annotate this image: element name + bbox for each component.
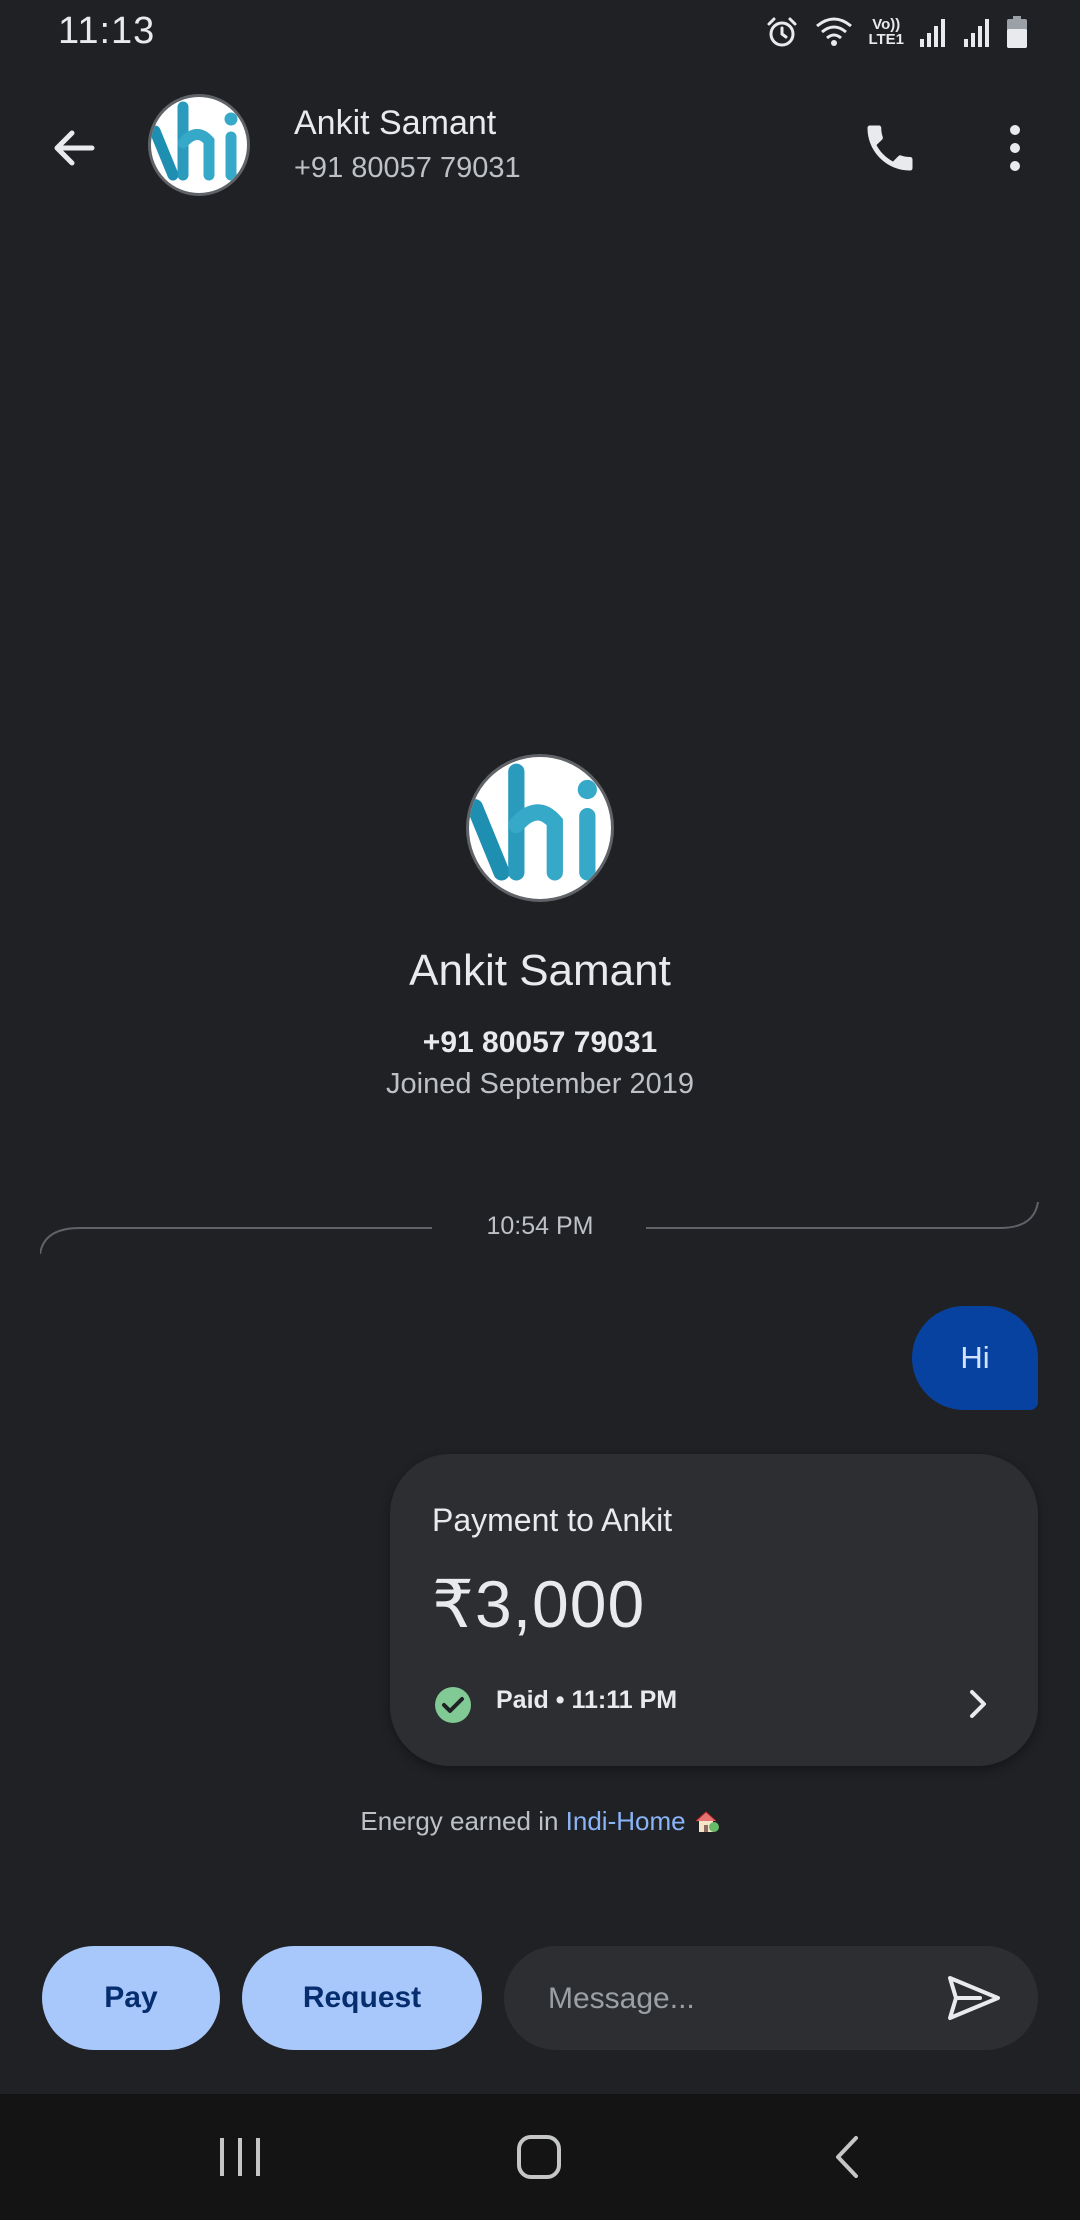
conversation-timestamp: 10:54 PM [486,1212,594,1240]
lte-label: LTE1 [868,31,904,48]
home-icon [517,2135,561,2179]
payment-card[interactable]: Payment to Ankit ₹3,000 Paid • 11:11 PM [390,1454,1038,1766]
header-contact-name[interactable]: Ankit Samant [294,104,496,143]
pay-button[interactable]: Pay [42,1946,220,2050]
home-button[interactable] [512,2130,568,2184]
status-bar: 11:13 Vo)) LTE1 [0,0,1080,66]
indi-home-link[interactable]: Indi-Home [566,1806,686,1836]
profile-phone: +91 80057 79031 [422,1026,658,1059]
hi-logo-icon [151,101,238,181]
profile-avatar [466,754,614,902]
app-bar: Ankit Samant +91 80057 79031 [0,90,1080,202]
request-button[interactable]: Request [242,1946,482,2050]
more-options-button[interactable] [990,118,1040,178]
payment-title: Payment to Ankit [432,1502,673,1538]
energy-prefix: Energy earned in [360,1806,566,1836]
check-circle-icon [435,1687,471,1723]
battery-icon [1006,15,1028,49]
energy-earned-text: Energy earned in Indi-Home [0,1806,1080,1837]
nav-back-button[interactable] [820,2130,876,2184]
more-vert-icon [1010,125,1020,171]
recents-button[interactable] [212,2132,268,2182]
alarm-icon [764,14,800,50]
recents-icon [220,2138,260,2176]
message-composer [504,1946,1038,2050]
volte-indicator: Vo)) LTE1 [868,17,904,47]
wifi-icon [814,14,854,50]
payment-status: Paid • 11:11 PM [496,1686,678,1714]
profile-name: Ankit Samant [409,946,671,995]
volte-label: Vo)) [872,16,901,33]
contact-avatar[interactable] [148,94,250,196]
house-icon [695,1811,719,1832]
payment-amount: ₹3,000 [432,1567,646,1641]
call-button[interactable] [860,118,920,178]
profile-joined-date: Joined September 2019 [386,1068,694,1100]
chat-screen: 11:13 Vo)) LTE1 Ankit Samant +91 80057 7… [0,0,1080,2220]
hi-logo-icon [469,763,597,881]
send-icon [948,1976,1000,2020]
header-contact-phone: +91 80057 79031 [294,152,521,184]
status-time: 11:13 [58,10,156,52]
signal-icon-2 [962,15,992,49]
message-bubble-outgoing[interactable]: Hi [912,1306,1038,1410]
message-input[interactable] [546,1974,910,2024]
phone-icon [867,125,913,171]
chevron-right-icon [970,1690,986,1718]
arrow-left-icon [54,130,95,166]
system-nav-bar [0,2094,1080,2220]
status-icons: Vo)) LTE1 [764,12,1028,52]
signal-icon [918,15,948,49]
send-button[interactable] [944,1968,1004,2028]
back-button[interactable] [44,118,104,178]
chevron-left-icon [836,2136,858,2178]
message-text: Hi [960,1340,990,1375]
